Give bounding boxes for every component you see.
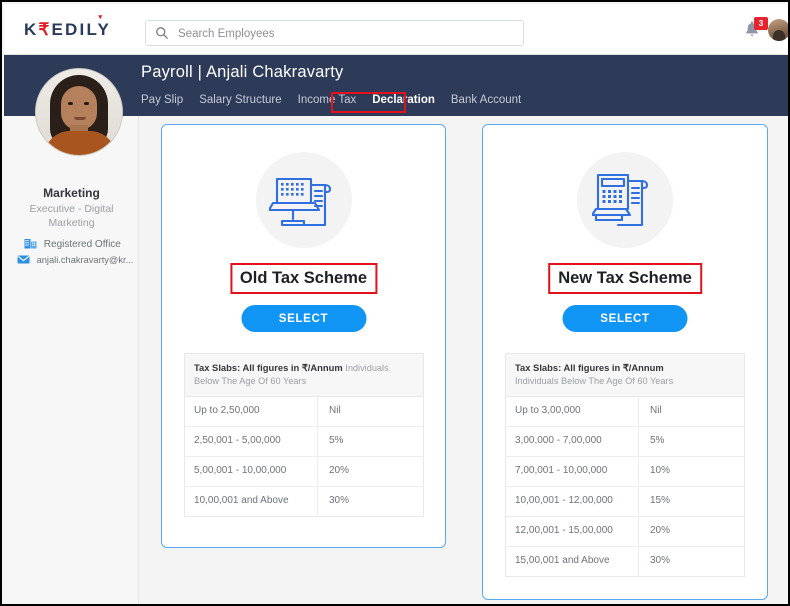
employee-avatar <box>35 68 123 156</box>
old-scheme-slab-table: Tax Slabs: All figures in ₹/Annum Indivi… <box>184 353 424 517</box>
search-input[interactable] <box>176 21 518 47</box>
old-scheme-select-button[interactable]: SELECT <box>241 305 366 332</box>
new-scheme-title: New Tax Scheme <box>548 263 702 294</box>
table-row: 12,00,001 - 15,00,000 20% <box>506 517 744 547</box>
logo-text-k: K <box>24 20 39 39</box>
slab-range: 3,00,000 - 7,00,000 <box>506 427 639 456</box>
laptop-document-icon <box>255 152 352 248</box>
search-icon <box>156 27 168 39</box>
old-tax-scheme-card[interactable]: Old Tax Scheme SELECT Tax Slabs: All fig… <box>161 124 446 548</box>
tab-salary-structure[interactable]: Salary Structure <box>199 91 281 109</box>
table-row: 2,50,001 - 5,00,000 5% <box>185 427 423 457</box>
table-row: 15,00,001 and Above 30% <box>506 547 744 576</box>
slab-range: 7,00,001 - 10,00,000 <box>506 457 639 486</box>
tab-bank-account[interactable]: Bank Account <box>451 91 521 109</box>
logo-text-mid: EDIL <box>51 20 98 39</box>
slab-rate: 20% <box>329 465 350 476</box>
table-row: 7,00,001 - 10,00,000 10% <box>506 457 744 487</box>
app-window: K₹EDILY 3 Payroll | Anjali Chakravarty P… <box>0 0 790 606</box>
table-row: 5,00,001 - 10,00,000 20% <box>185 457 423 487</box>
slab-rate: 30% <box>650 555 671 566</box>
slab-rate: Nil <box>650 405 662 416</box>
employee-designation: Executive - Digital Marketing <box>29 203 114 229</box>
kredily-logo[interactable]: K₹EDILY <box>24 20 111 40</box>
slab-rate: 10% <box>650 465 671 476</box>
tab-declaration[interactable]: Declaration <box>372 91 435 109</box>
search-bar[interactable] <box>145 20 524 47</box>
old-scheme-header-bold: Tax Slabs: All figures in ₹/Annum <box>194 362 343 373</box>
old-scheme-title: Old Tax Scheme <box>229 263 378 294</box>
building-icon <box>24 239 37 249</box>
employee-office-label: Registered Office <box>43 239 121 250</box>
employee-sidebar: Marketing Executive - Digital Marketing … <box>4 68 139 604</box>
slab-range: 10,00,001 and Above <box>185 487 318 516</box>
slab-rate: 20% <box>650 525 671 536</box>
employee-office-row: Registered Office <box>24 238 121 254</box>
new-scheme-select-button[interactable]: SELECT <box>562 305 688 332</box>
slab-range: 10,00,001 - 12,00,000 <box>506 487 639 516</box>
table-row: 10,00,001 - 12,00,000 15% <box>506 487 744 517</box>
slab-rate: 30% <box>329 495 350 506</box>
new-scheme-header-light: Individuals Below The Age Of 60 Years <box>515 376 674 386</box>
new-scheme-header-bold: Tax Slabs: All figures in ₹/Annum <box>515 362 664 373</box>
table-row: 10,00,001 and Above 30% <box>185 487 423 516</box>
logo-text-y: Y <box>97 20 111 39</box>
table-row: Up to 2,50,000 Nil <box>185 397 423 427</box>
envelope-icon <box>17 255 30 264</box>
old-scheme-table-header: Tax Slabs: All figures in ₹/Annum Indivi… <box>185 354 423 397</box>
slab-range: Up to 2,50,000 <box>185 397 318 426</box>
new-tax-scheme-card[interactable]: New Tax Scheme SELECT Tax Slabs: All fig… <box>482 124 768 600</box>
new-scheme-slab-table: Tax Slabs: All figures in ₹/Annum Indivi… <box>505 353 745 577</box>
table-row: Up to 3,00,000 Nil <box>506 397 744 427</box>
employee-email-row[interactable]: anjali.chakravarty@kr... <box>17 254 133 270</box>
calculator-document-icon <box>577 152 673 248</box>
rupee-icon: ₹ <box>38 20 52 39</box>
slab-range: 15,00,001 and Above <box>506 547 639 576</box>
slab-range: 2,50,001 - 5,00,000 <box>185 427 318 456</box>
slab-range: 5,00,001 - 10,00,000 <box>185 457 318 486</box>
table-row: 3,00,000 - 7,00,000 5% <box>506 427 744 457</box>
payroll-tabs: Pay Slip Salary Structure Income Tax Dec… <box>141 91 537 113</box>
user-avatar-topbar[interactable] <box>768 19 788 41</box>
employee-email-label: anjali.chakravarty@kr... <box>36 255 134 265</box>
employee-department: Marketing <box>43 186 100 200</box>
declaration-content: Old Tax Scheme SELECT Tax Slabs: All fig… <box>139 116 788 604</box>
new-scheme-table-header: Tax Slabs: All figures in ₹/Annum Indivi… <box>506 354 744 397</box>
slab-range: Up to 3,00,000 <box>506 397 639 426</box>
page-title: Payroll | Anjali Chakravarty <box>141 63 344 81</box>
slab-rate: 15% <box>650 495 671 506</box>
slab-range: 12,00,001 - 15,00,000 <box>506 517 639 546</box>
notifications-bell[interactable]: 3 <box>743 17 768 42</box>
top-navigation-bar: K₹EDILY 3 <box>4 4 788 55</box>
slab-rate: 5% <box>650 435 665 446</box>
slab-rate: 5% <box>329 435 344 446</box>
slab-rate: Nil <box>329 405 341 416</box>
tab-income-tax[interactable]: Income Tax <box>298 91 357 109</box>
notification-count-badge: 3 <box>754 17 768 30</box>
tab-pay-slip[interactable]: Pay Slip <box>141 91 183 109</box>
